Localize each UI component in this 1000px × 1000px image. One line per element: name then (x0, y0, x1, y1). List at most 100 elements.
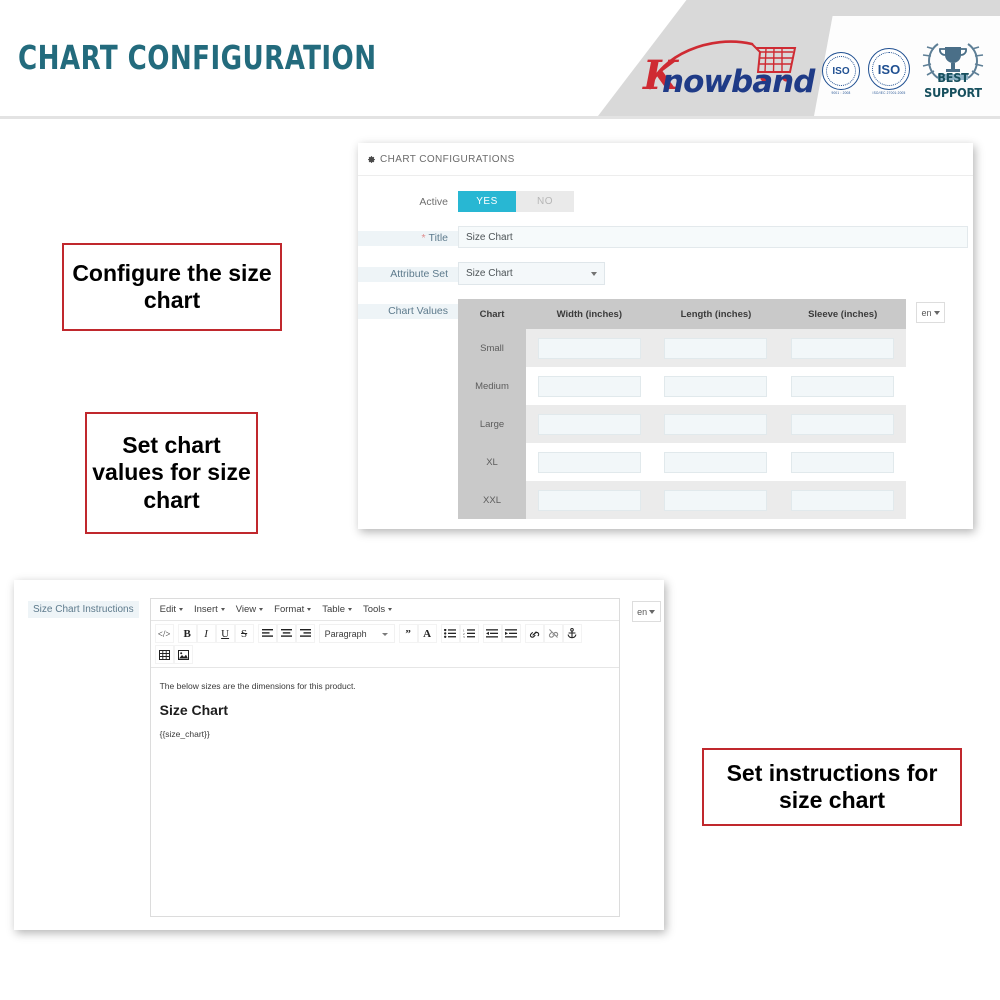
strikethrough-icon[interactable]: S (234, 624, 254, 643)
active-toggle-no[interactable]: NO (516, 191, 574, 212)
chart-values-language-selector[interactable]: en (916, 302, 945, 323)
menu-table[interactable]: Table (318, 604, 359, 615)
required-asterisk: * (421, 232, 426, 244)
input-xl-length[interactable] (664, 451, 768, 473)
iso-9001-sublabel: 9001 : 2008 (831, 91, 851, 95)
editor-toolbar: </> B I U S Paragraph ” A 1 2 3 (150, 621, 619, 668)
input-xxl-width[interactable] (537, 489, 641, 511)
menu-edit-label: Edit (159, 604, 176, 615)
chart-values-language-value: en (921, 307, 932, 318)
italic-icon[interactable]: I (196, 624, 216, 643)
menu-edit[interactable]: Edit (156, 604, 190, 615)
logo-wordmark: nowband (662, 64, 815, 100)
chevron-down-icon (220, 608, 225, 611)
image-icon[interactable] (173, 645, 193, 664)
row-label-xl: XL (458, 443, 526, 481)
iso-27001-badge: ISO ISO/IEC 27001:2005 (868, 48, 910, 95)
col-header-sleeve: Sleeve (inches) (779, 299, 906, 329)
anchor-icon[interactable] (562, 624, 582, 643)
chevron-down-icon (381, 633, 388, 636)
cell-xxl-width (526, 481, 653, 519)
col-header-width: Width (inches) (526, 299, 653, 329)
link-icon[interactable] (524, 624, 544, 643)
iso-27001-label: ISO (872, 52, 906, 86)
panel-header: CHART CONFIGURATIONS (358, 143, 973, 176)
chevron-down-icon (388, 608, 393, 611)
editor-menubar: Edit Insert View Format Table Tools (150, 599, 619, 621)
svg-text:3: 3 (463, 635, 465, 638)
menu-format[interactable]: Format (270, 604, 318, 615)
menu-tools[interactable]: Tools (359, 604, 399, 615)
active-label: Active (419, 196, 448, 208)
paragraph-format-select[interactable]: Paragraph (318, 624, 395, 643)
input-small-sleeve[interactable] (791, 337, 895, 359)
instructions-language-value: en (637, 606, 648, 617)
blockquote-icon[interactable]: ” (398, 624, 418, 643)
callout-1-text: Configure the size chart (72, 259, 272, 313)
align-center-icon[interactable] (276, 624, 296, 643)
chevron-down-icon (178, 608, 183, 611)
cell-small-length (652, 329, 780, 367)
cell-xl-length (652, 443, 780, 481)
table-icon[interactable] (154, 645, 174, 664)
source-code-icon[interactable]: </> (154, 624, 174, 643)
menu-insert[interactable]: Insert (190, 604, 232, 615)
text-color-icon[interactable]: A (417, 624, 437, 643)
chevron-down-icon (347, 608, 352, 611)
input-medium-length[interactable] (664, 375, 768, 397)
align-left-icon[interactable] (257, 624, 277, 643)
input-xl-sleeve[interactable] (791, 451, 895, 473)
indent-icon[interactable] (501, 624, 521, 643)
row-label-xxl: XXL (458, 481, 526, 519)
input-xl-width[interactable] (537, 451, 641, 473)
callout-2-text: Set chart values for size chart (92, 432, 251, 513)
input-medium-sleeve[interactable] (791, 375, 895, 397)
chart-values-tbody: Small Medium Large XL XXL (458, 329, 906, 519)
page-title: CHART CONFIGURATION (18, 38, 377, 77)
menu-format-label: Format (274, 604, 305, 615)
panel-title: CHART CONFIGURATIONS (380, 153, 515, 165)
iso-9001-badge: ISO 9001 : 2008 (822, 52, 860, 95)
numbered-list-icon[interactable]: 123 (459, 624, 479, 643)
row-label-medium: Medium (458, 367, 526, 405)
active-row: Active YES NO (358, 190, 973, 212)
active-toggle[interactable]: YES NO (458, 191, 574, 212)
input-small-width[interactable] (537, 337, 641, 359)
chart-config-form: Active YES NO *Title Attribute Set Size … (358, 176, 973, 519)
chart-values-wrap: Chart Width (inches) Length (inches) Sle… (458, 299, 945, 519)
align-right-icon[interactable] (295, 624, 315, 643)
underline-icon[interactable]: U (215, 624, 235, 643)
menu-table-label: Table (322, 604, 345, 615)
input-large-width[interactable] (537, 413, 641, 435)
menu-insert-label: Insert (193, 604, 218, 615)
attribute-set-select[interactable]: Size Chart (458, 262, 605, 285)
bullet-list-icon[interactable] (440, 624, 460, 643)
iso-9001-label: ISO (826, 56, 856, 86)
chart-values-label: Chart Values (358, 304, 458, 319)
iso-27001-sublabel: ISO/IEC 27001:2005 (872, 91, 906, 95)
title-input[interactable] (458, 226, 968, 248)
input-medium-width[interactable] (537, 375, 641, 397)
unlink-icon[interactable] (543, 624, 563, 643)
paragraph-format-value: Paragraph (324, 628, 367, 639)
input-xxl-length[interactable] (664, 489, 768, 511)
cell-xl-sleeve (779, 443, 906, 481)
knowband-logo: K nowband (640, 30, 825, 102)
input-large-length[interactable] (664, 413, 768, 435)
editor-heading: Size Chart (159, 702, 229, 718)
input-large-sleeve[interactable] (791, 413, 895, 435)
active-toggle-yes[interactable]: YES (458, 191, 516, 212)
editor-content-area[interactable]: The below sizes are the dimensions for t… (150, 668, 619, 916)
chart-values-table: Chart Width (inches) Length (inches) Sle… (458, 299, 906, 519)
outdent-icon[interactable] (482, 624, 502, 643)
bold-icon[interactable]: B (177, 624, 197, 643)
instructions-language-selector[interactable]: en (631, 601, 661, 622)
editor-placeholder-token: {{size_chart}} (159, 729, 210, 739)
chevron-down-icon (933, 310, 940, 315)
row-label-small: Small (458, 329, 526, 367)
attribute-set-label: Attribute Set (358, 267, 458, 282)
input-xxl-sleeve[interactable] (791, 489, 895, 511)
input-small-length[interactable] (664, 337, 768, 359)
rich-text-editor: Edit Insert View Format Table Tools </> … (149, 598, 620, 917)
menu-view[interactable]: View (232, 604, 270, 615)
